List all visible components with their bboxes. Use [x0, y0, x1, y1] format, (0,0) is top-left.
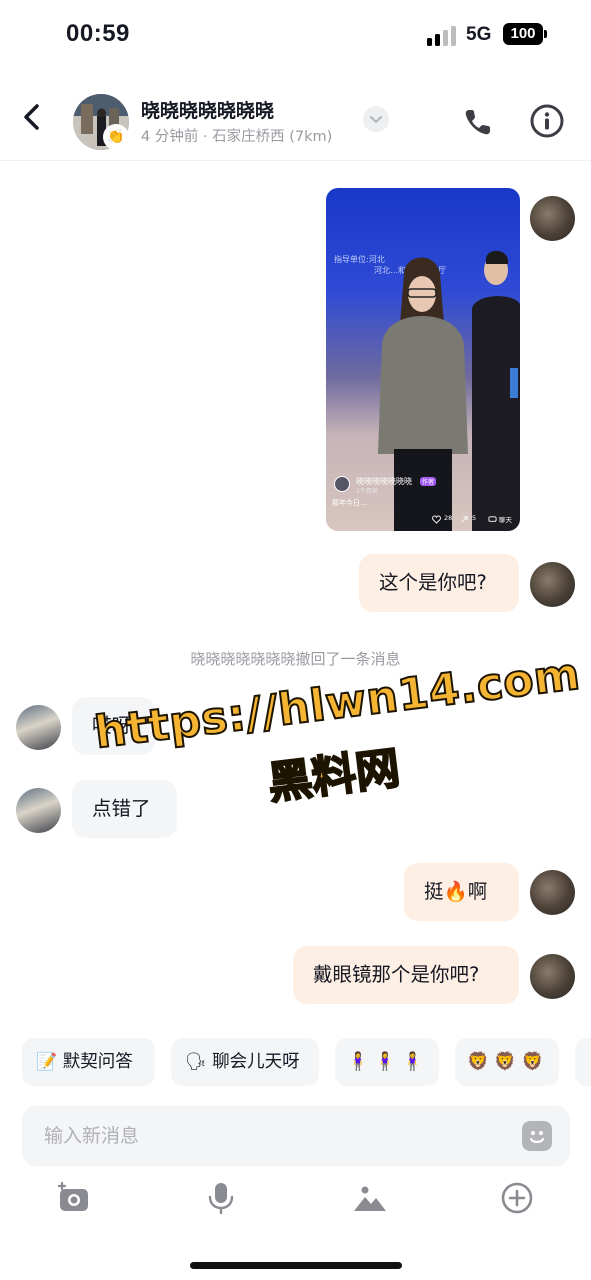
network-type: 5G [466, 24, 492, 45]
contact-status: 4 分钟前 · 石家庄桥西 (7km) [141, 129, 333, 145]
voice-button[interactable] [203, 1180, 239, 1216]
share-icon [461, 516, 468, 523]
message-input-placeholder: 输入新消息 [44, 1125, 140, 1147]
home-indicator[interactable] [190, 1262, 402, 1269]
contact-avatar-small[interactable] [16, 705, 61, 750]
fire-emoji: 🔥 [443, 880, 468, 903]
video-author-tag: 作者 [420, 477, 437, 486]
chevron-left-icon [24, 104, 39, 130]
video-author-avatar [334, 476, 350, 492]
video-stats: 28 5 聊天 [432, 514, 518, 526]
info-button[interactable] [530, 104, 564, 138]
camera-button[interactable] [56, 1180, 92, 1216]
chat-icon [488, 516, 497, 522]
quick-reply-chip[interactable]: 📝 默契问答 [22, 1038, 155, 1086]
my-avatar[interactable] [530, 562, 575, 607]
image-icon [354, 1186, 386, 1211]
message-bubble-sent[interactable]: 戴眼镜那个是你吧? [293, 946, 519, 1004]
quick-reply-chip-partial[interactable] [575, 1038, 591, 1086]
quick-reply-emoji-set: 🦁 🦁 🦁 [467, 1052, 544, 1072]
status-bar: 00:59 5G 100 [0, 0, 591, 70]
video-person-man [472, 250, 520, 531]
header-divider [0, 160, 591, 161]
chat-mascot-icon: 🗣 [185, 1052, 207, 1072]
voice-call-button[interactable] [462, 106, 494, 138]
chat-header: 👏 晓晓晓晓晓晓晓 4 分钟前 · 石家庄桥西 (7km) [0, 70, 591, 162]
my-avatar[interactable] [530, 196, 575, 241]
back-button[interactable] [18, 102, 48, 132]
cellular-signal-icon [427, 24, 457, 46]
emoji-button[interactable] [522, 1121, 552, 1151]
video-time-ago: 2个月前 [356, 488, 378, 495]
chevron-down-icon [370, 116, 382, 123]
quick-reply-label: 聊会儿天呀 [212, 1052, 300, 1072]
memo-icon: 📝 [36, 1052, 58, 1072]
phone-icon [465, 110, 490, 135]
heart-icon [432, 515, 441, 524]
microphone-icon [208, 1183, 234, 1215]
quick-reply-label: 默契问答 [62, 1052, 133, 1072]
battery-nub [544, 30, 547, 38]
status-time: 00:59 [66, 20, 130, 47]
message-text: 挺 [424, 880, 444, 903]
message-text: 啊 [467, 880, 488, 903]
quick-reply-chip[interactable]: 🧍‍♀️ 🧍‍♀️ 🧍‍♀️ [335, 1038, 439, 1086]
avatar-badge: 👏 [103, 124, 129, 150]
shared-video-card[interactable]: 指导单位:河北 河北…和社会保障厅 晓晓晓晓晓晓晓 作者 2个月前 那年今日..… [326, 188, 520, 531]
composer-toolbar [0, 1180, 591, 1224]
message-input-box[interactable]: 输入新消息 [22, 1106, 570, 1166]
video-shares: 5 [472, 514, 477, 522]
message-text: 戴眼镜那个是你吧? [313, 963, 480, 986]
expand-profile-button[interactable] [363, 106, 389, 132]
message-bubble-sent[interactable]: 挺🔥啊 [404, 863, 519, 921]
camera-icon [57, 1181, 88, 1211]
message-text: 这个是你吧? [379, 571, 487, 594]
info-icon [530, 104, 564, 138]
quick-reply-chip[interactable]: 🦁 🦁 🦁 [455, 1038, 559, 1086]
quick-reply-bar: 📝 默契问答 🗣 聊会儿天呀 🧍‍♀️ 🧍‍♀️ 🧍‍♀️ 🦁 🦁 🦁 [0, 1038, 591, 1088]
message-bubble-received[interactable]: 点错了 [72, 780, 177, 838]
contact-name[interactable]: 晓晓晓晓晓晓晓 [141, 96, 274, 123]
watermark-site-name: 黑料网 [264, 742, 403, 811]
smiley-icon [529, 1131, 545, 1144]
album-button[interactable] [352, 1180, 388, 1216]
video-caption: 那年今日... [332, 499, 367, 507]
message-bubble-sent[interactable]: 这个是你吧? [359, 554, 519, 612]
quick-reply-emoji-set: 🧍‍♀️ 🧍‍♀️ 🧍‍♀️ [347, 1052, 424, 1072]
video-chat-label: 聊天 [499, 516, 512, 524]
more-button[interactable] [499, 1180, 535, 1216]
my-avatar[interactable] [530, 870, 575, 915]
video-person-woman [378, 257, 468, 531]
plus-circle-icon [501, 1182, 533, 1214]
contact-avatar-small[interactable] [16, 788, 61, 833]
message-text: 点错了 [92, 797, 151, 820]
quick-reply-chip[interactable]: 🗣 聊会儿天呀 [171, 1038, 319, 1086]
my-avatar[interactable] [530, 954, 575, 999]
video-likes: 28 [444, 514, 453, 522]
battery-icon: 100 [503, 23, 543, 45]
